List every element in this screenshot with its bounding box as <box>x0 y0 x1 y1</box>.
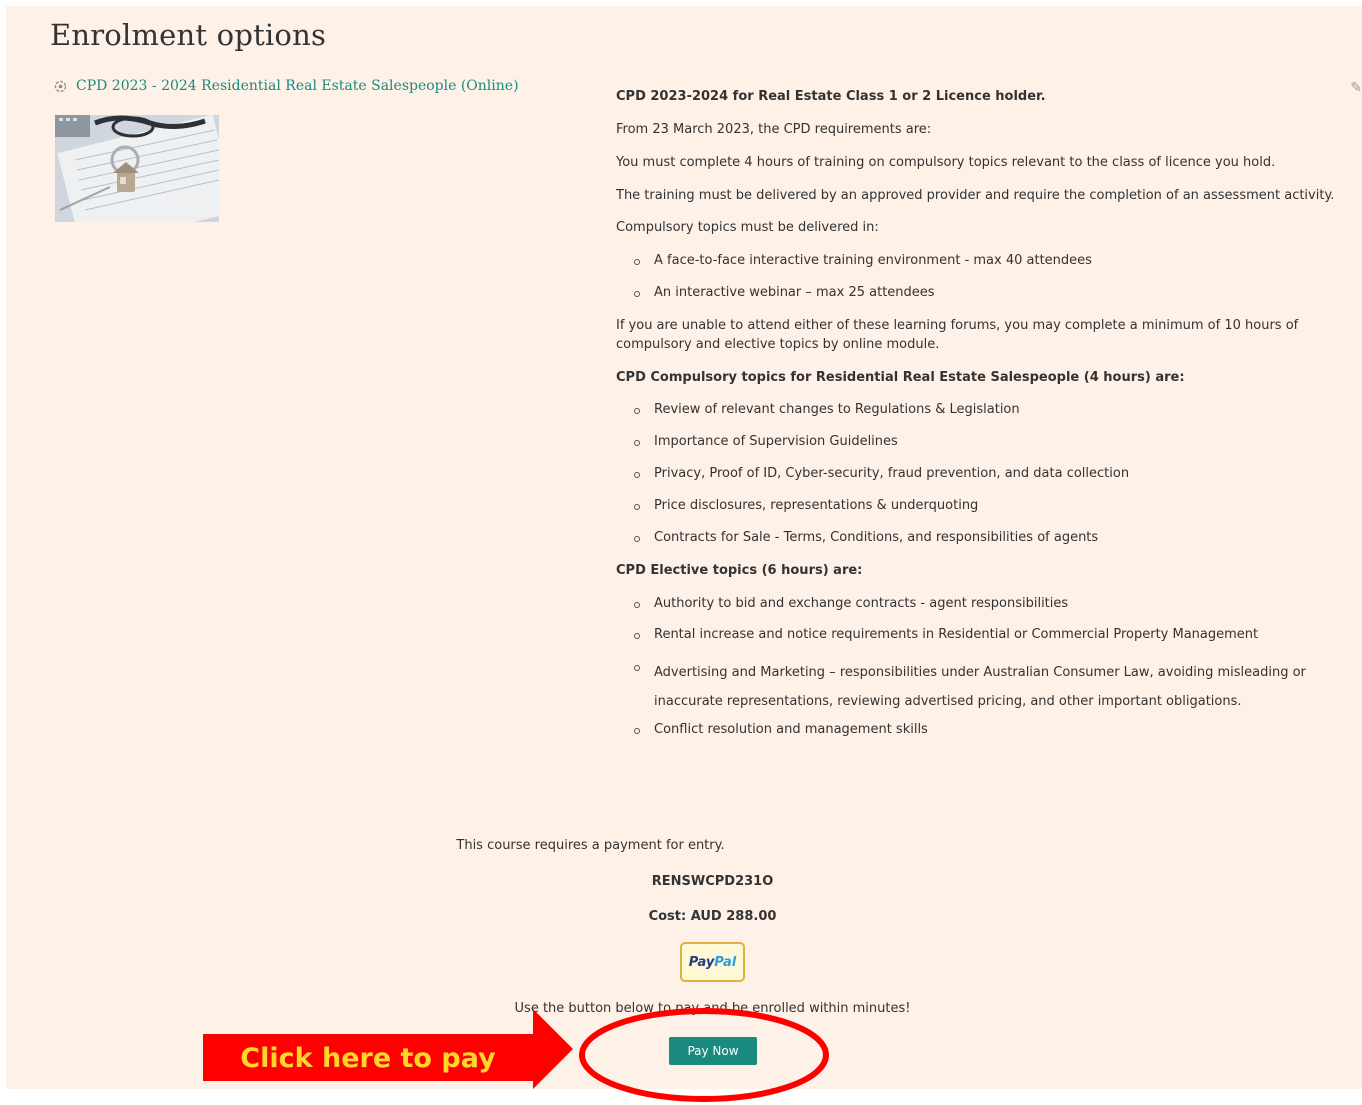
course-icon <box>53 79 68 94</box>
list-item: Advertising and Marketing – responsibili… <box>634 658 1346 717</box>
list-item: Review of relevant changes to Regulation… <box>634 401 1346 420</box>
paypal-logo[interactable]: Pay Pal <box>680 942 745 982</box>
summary-paragraph: You must complete 4 hours of training on… <box>616 154 1276 170</box>
course-code: RENSWCPD231O <box>651 874 774 889</box>
list-item: Privacy, Proof of ID, Cyber-security, fr… <box>634 465 1346 484</box>
course-cost: Cost: AUD 288.00 <box>648 909 777 924</box>
summary-paragraph: Compulsory topics must be delivered in: <box>616 220 879 236</box>
callout-label: Click here to pay <box>240 1042 496 1074</box>
list-item: Conflict resolution and management skill… <box>634 721 1346 740</box>
list-item: Rental increase and notice requirements … <box>634 626 1346 645</box>
list-item: Authority to bid and exchange contracts … <box>634 595 1346 614</box>
list-item: Importance of Supervision Guidelines <box>634 433 1346 452</box>
compulsory-heading: CPD Compulsory topics for Residential Re… <box>616 369 1185 385</box>
summary-paragraph: The training must be delivered by an app… <box>616 187 1335 203</box>
paypal-logo-pay: Pay <box>688 954 715 970</box>
list-item: Price disclosures, representations & und… <box>634 497 1346 516</box>
list-item: An interactive webinar – max 25 attendee… <box>634 284 1346 303</box>
summary-paragraph: From 23 March 2023, the CPD requirements… <box>616 121 932 137</box>
compulsory-list: Review of relevant changes to Regulation… <box>616 401 1346 547</box>
course-image[interactable] <box>55 115 219 222</box>
red-ellipse-annotation <box>579 1008 829 1102</box>
pencil-edit-icon[interactable]: ✎ <box>1350 80 1362 96</box>
elective-heading: CPD Elective topics (6 hours) are: <box>616 562 863 578</box>
course-link[interactable]: CPD 2023 - 2024 Residential Real Estate … <box>76 78 519 94</box>
paypal-logo-pal: Pal <box>714 954 737 970</box>
page-title: Enrolment options <box>50 18 327 52</box>
delivery-list: A face-to-face interactive training envi… <box>616 252 1346 303</box>
payment-required-text: This course requires a payment for entry… <box>456 838 725 853</box>
summary-heading: CPD 2023-2024 for Real Estate Class 1 or… <box>616 89 1046 104</box>
course-link-row: CPD 2023 - 2024 Residential Real Estate … <box>53 78 519 94</box>
course-summary: CPD 2023-2024 for Real Estate Class 1 or… <box>616 88 1346 754</box>
elective-list: Authority to bid and exchange contracts … <box>616 595 1346 740</box>
list-item: A face-to-face interactive training envi… <box>634 252 1346 271</box>
summary-paragraph: If you are unable to attend either of th… <box>616 317 1299 352</box>
list-item: Contracts for Sale - Terms, Conditions, … <box>634 529 1346 548</box>
